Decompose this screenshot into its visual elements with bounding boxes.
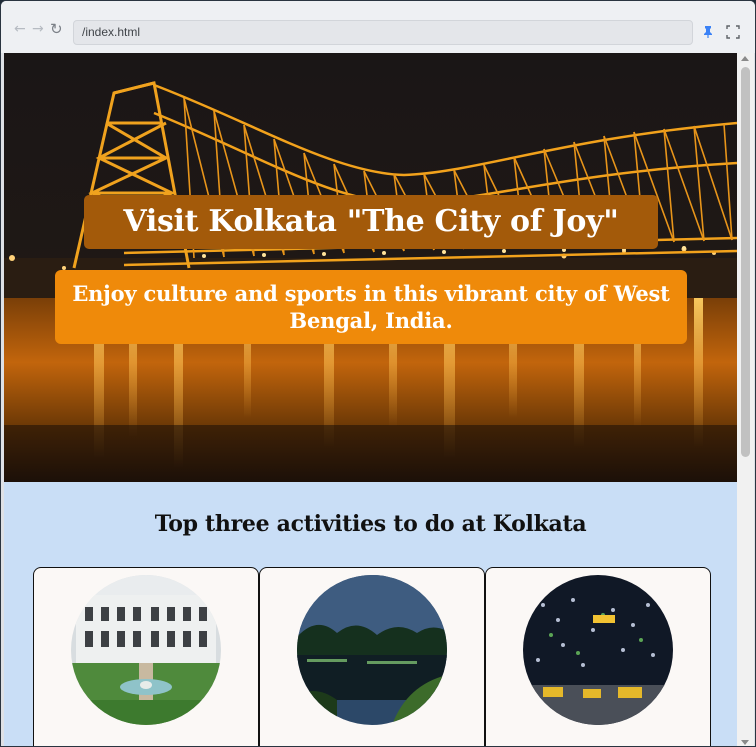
address-bar[interactable]: /index.html: [73, 20, 693, 45]
scroll-thumb[interactable]: [741, 67, 750, 457]
hero-banner: Visit Kolkata "The City of Joy" Enjoy cu…: [4, 53, 737, 482]
scroll-down-arrow-icon[interactable]: [741, 740, 749, 745]
activity-card[interactable]: [259, 567, 485, 746]
fullscreen-icon[interactable]: [726, 25, 740, 39]
page-viewport: Visit Kolkata "The City of Joy" Enjoy cu…: [4, 53, 737, 746]
colonial-building-photo: [71, 575, 221, 725]
page-scrollbar[interactable]: [737, 53, 754, 746]
festive-lights-street-photo: [523, 575, 673, 725]
activity-card[interactable]: [485, 567, 711, 746]
forward-icon[interactable]: →: [32, 22, 44, 36]
scroll-up-arrow-icon[interactable]: [741, 56, 749, 61]
browser-toolbar: ← → ↻ /index.html: [1, 1, 755, 53]
browser-window: ← → ↻ /index.html Visit Kolkata "The Cit…: [0, 0, 756, 747]
hero-title: Visit Kolkata "The City of Joy": [84, 195, 658, 249]
lake-night-photo: [297, 575, 447, 725]
reload-icon[interactable]: ↻: [50, 22, 63, 37]
hero-subtitle: Enjoy culture and sports in this vibrant…: [55, 270, 687, 344]
back-icon[interactable]: ←: [14, 22, 26, 36]
pin-icon[interactable]: [701, 25, 715, 39]
activities-heading: Top three activities to do at Kolkata: [154, 511, 587, 537]
howrah-bridge-photo: [4, 53, 737, 482]
activity-card[interactable]: [33, 567, 259, 746]
